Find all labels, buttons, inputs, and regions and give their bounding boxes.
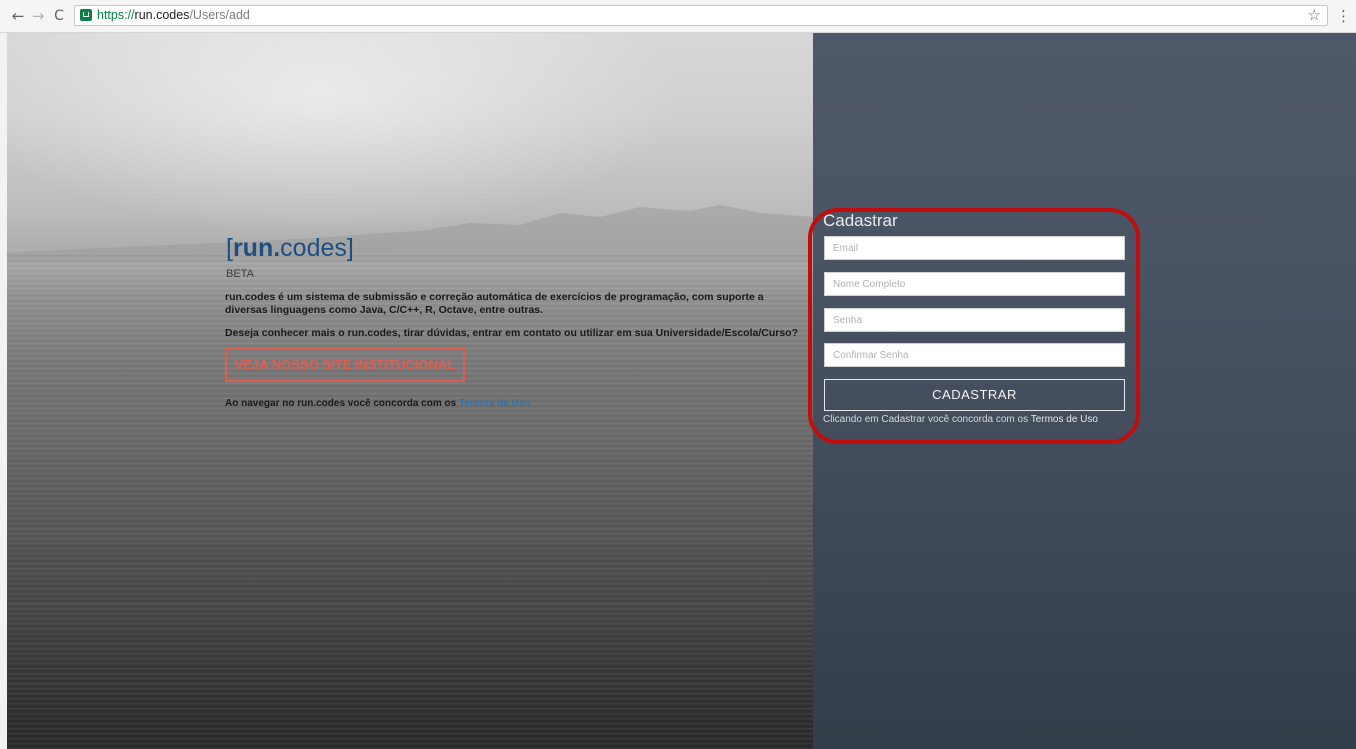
contact-question: Deseja conhecer mais o run.codes, tirar … <box>225 327 799 339</box>
beta-badge: BETA <box>226 268 254 280</box>
institutional-site-button[interactable]: VEJA NOSSO SITE INSTITUCIONAL <box>225 348 465 382</box>
logo-text-part: codes <box>280 234 347 262</box>
page: [run.codes] BETA run.codes é um sistema … <box>0 33 1356 749</box>
back-icon[interactable]: ← <box>9 7 27 25</box>
terms-notice: Ao navegar no run.codes você concorda co… <box>225 398 530 409</box>
page-left-edge <box>0 33 7 749</box>
address-bar[interactable]: https://run.codes/Users/add ☆ <box>74 5 1328 26</box>
url-path: /Users/add <box>189 8 250 22</box>
logo-bracket-open: [ <box>226 234 233 262</box>
bookmark-star-icon[interactable]: ☆ <box>1308 6 1321 25</box>
url-text[interactable]: https://run.codes/Users/add <box>97 8 250 23</box>
terms-prefix: Ao navegar no run.codes você concorda co… <box>225 398 459 409</box>
runcodes-logo: [run.codes] <box>226 233 354 263</box>
logo-bracket-close: ] <box>346 234 354 262</box>
hero-background: [run.codes] BETA run.codes é um sistema … <box>0 33 813 749</box>
browser-menu-icon[interactable]: ⋮ <box>1336 7 1351 25</box>
browser-toolbar: ← → C https://run.codes/Users/add ☆ ⋮ <box>0 0 1356 33</box>
annotation-highlight-outline <box>808 208 1140 444</box>
lock-icon <box>80 9 92 21</box>
url-host: run.codes <box>134 8 190 22</box>
logo-bold-part: run. <box>232 234 281 262</box>
terms-of-use-link[interactable]: Termos de Uso <box>459 398 531 409</box>
reload-icon[interactable]: C <box>50 7 68 25</box>
forward-icon[interactable]: → <box>29 7 47 25</box>
url-scheme: https:// <box>97 8 135 22</box>
site-description: run.codes é um sistema de submissão e co… <box>225 291 764 316</box>
